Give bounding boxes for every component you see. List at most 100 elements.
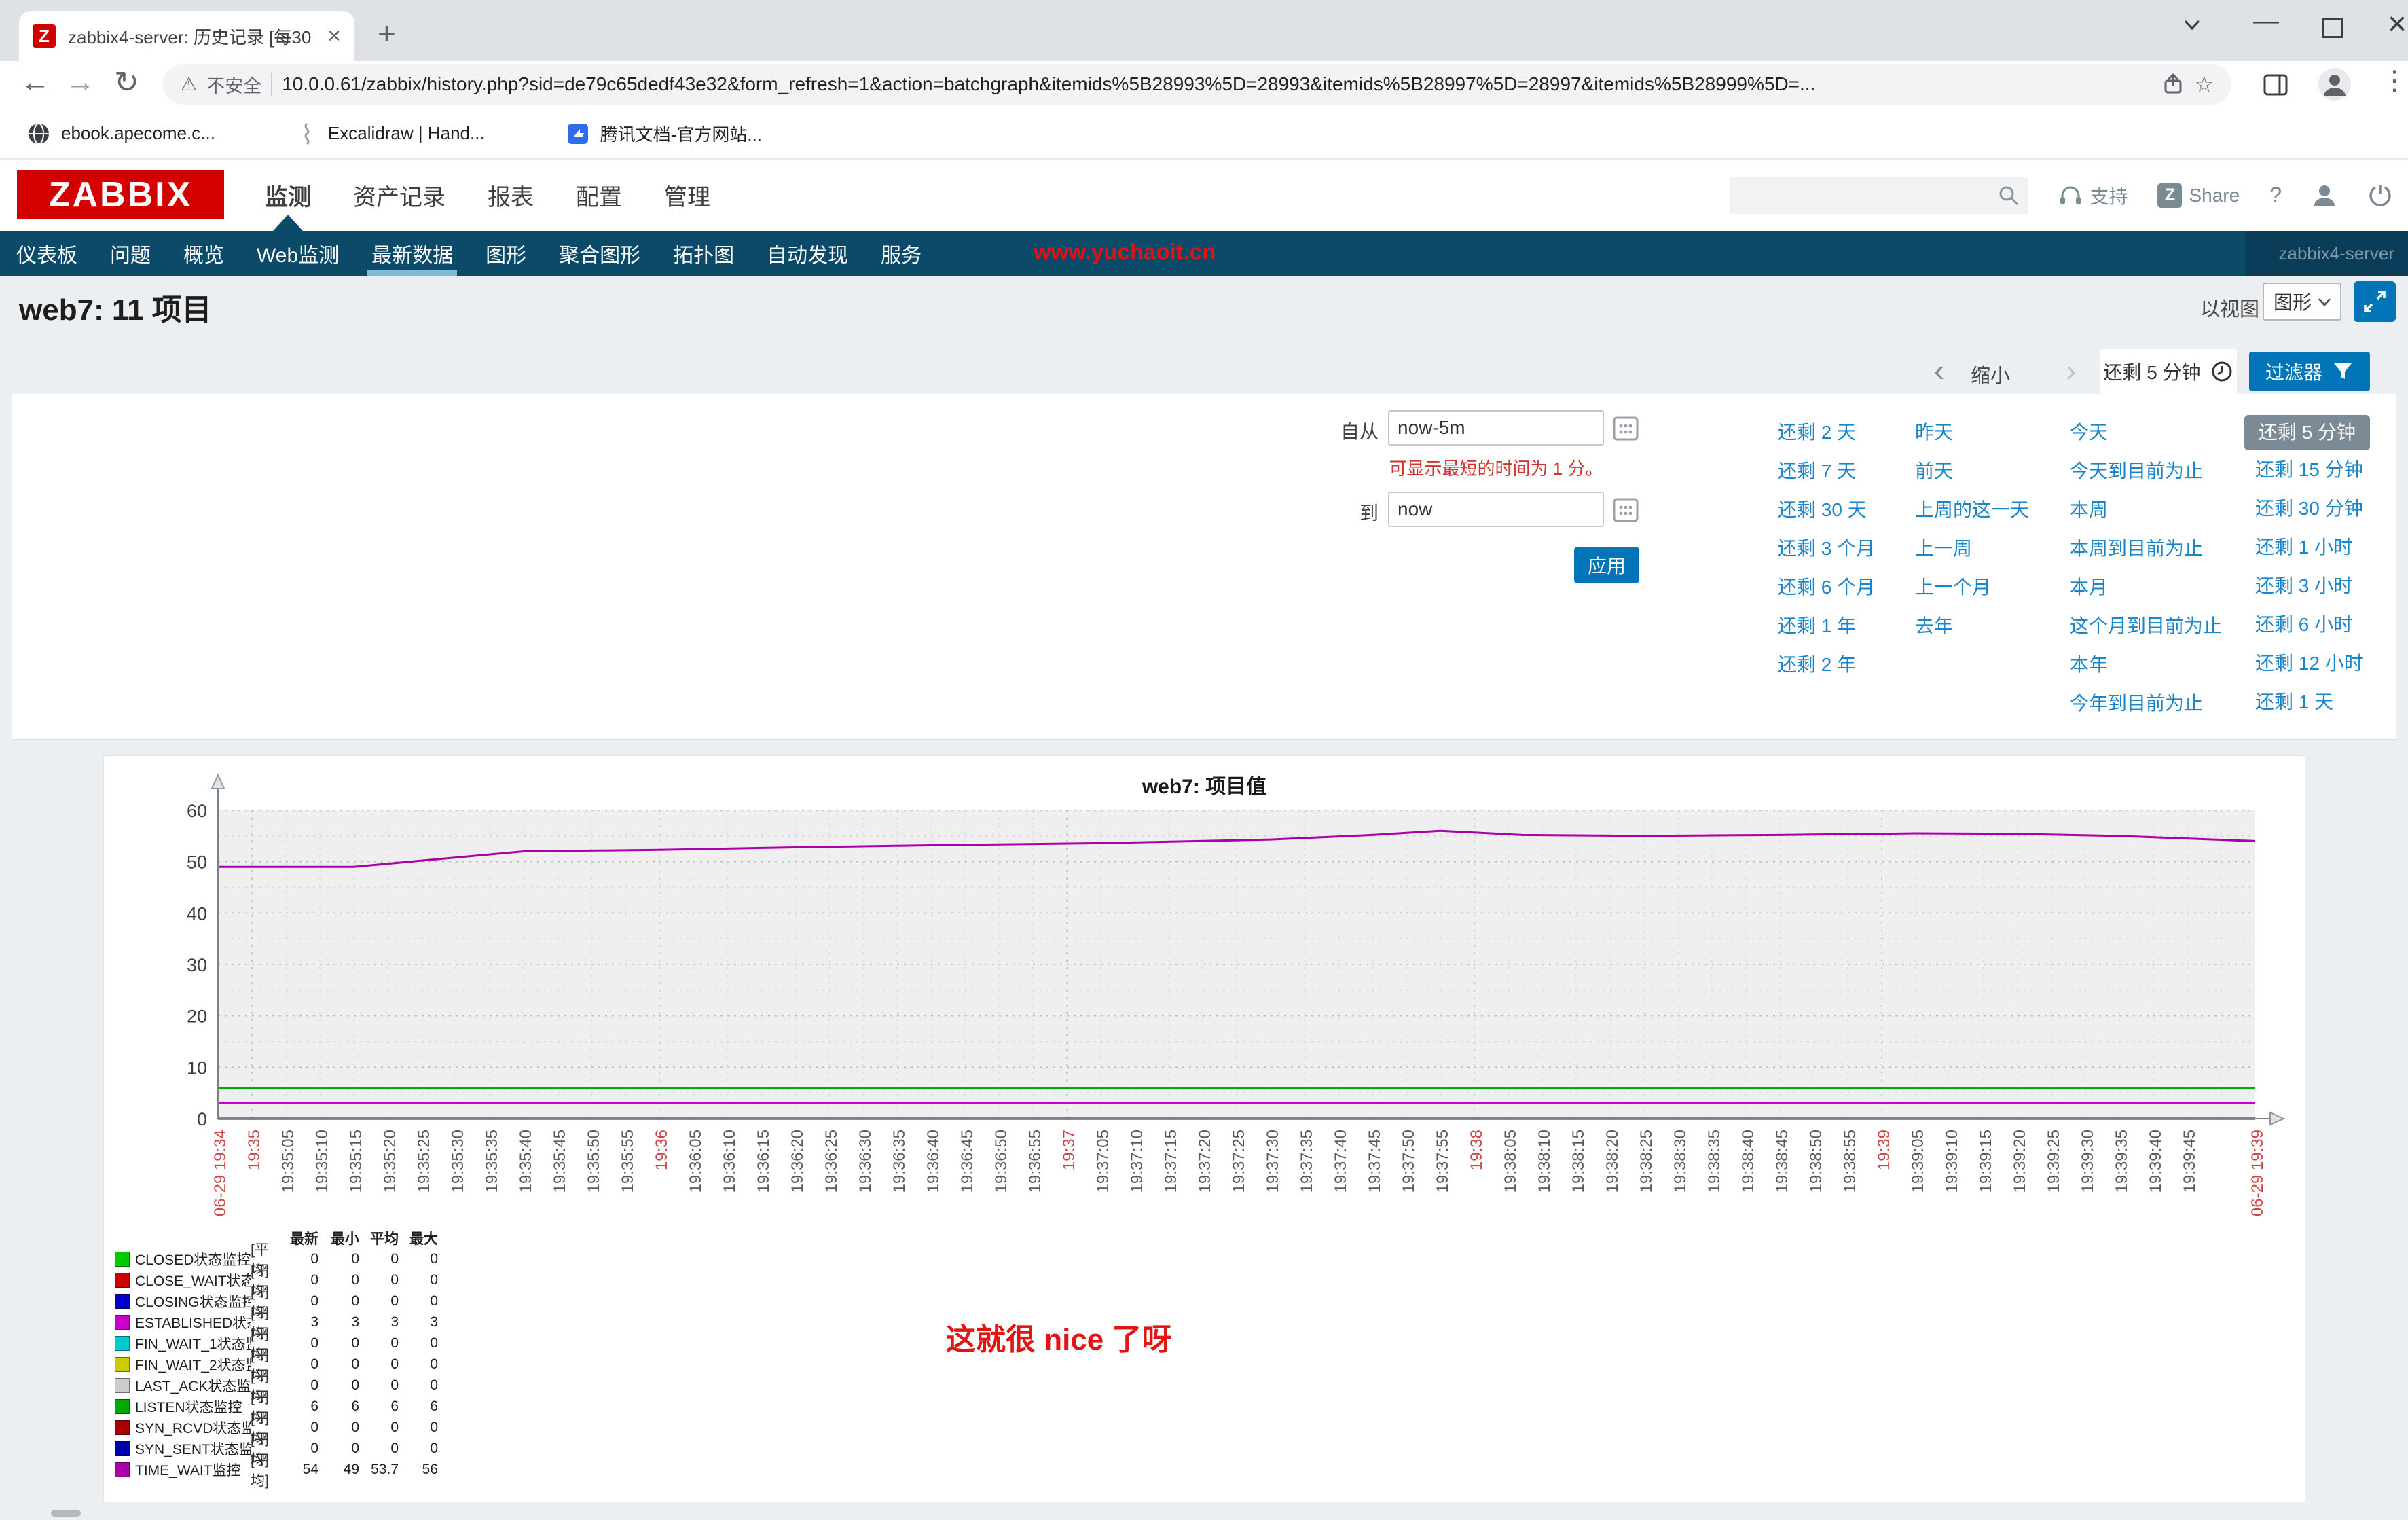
quick-range-上周的这一天[interactable]: 上周的这一天 bbox=[1915, 490, 2029, 529]
legend-series-name[interactable]: LISTEN状态监控 bbox=[135, 1396, 251, 1417]
browser-tab[interactable]: Z zabbix4-server: 历史记录 [每30 × bbox=[19, 11, 354, 61]
quick-range-这个月到目前为止[interactable]: 这个月到目前为止 bbox=[2070, 607, 2222, 645]
quick-range-还剩 2 年[interactable]: 还剩 2 年 bbox=[1778, 645, 1875, 684]
quick-range-去年[interactable]: 去年 bbox=[1915, 607, 2029, 645]
new-tab-button[interactable]: + bbox=[378, 15, 396, 52]
bookmark-item[interactable]: 腾讯文档-官方网站... bbox=[566, 121, 762, 146]
quick-range-本月[interactable]: 本月 bbox=[2070, 568, 2222, 607]
reload-button[interactable]: ↻ bbox=[114, 65, 139, 100]
subnav-item-图形[interactable]: 图形 bbox=[469, 231, 543, 276]
time-range-tab[interactable]: 还剩 5 分钟 bbox=[2100, 349, 2237, 394]
security-label[interactable]: 不安全 bbox=[206, 71, 261, 98]
subnav-item-Web监测[interactable]: Web监测 bbox=[240, 231, 355, 276]
zabbix-logo[interactable]: ZABBIX bbox=[17, 170, 224, 219]
menu-item-监测[interactable]: 监测 bbox=[265, 179, 311, 212]
legend-series-name[interactable]: FIN_WAIT_2状态监控 bbox=[135, 1354, 251, 1375]
search-icon[interactable] bbox=[1997, 184, 2020, 207]
legend-series-name[interactable]: CLOSING状态监控 bbox=[135, 1291, 251, 1311]
quick-range-本周到目前为止[interactable]: 本周到目前为止 bbox=[2070, 529, 2222, 568]
legend-series-name[interactable]: SYN_RCVD状态监控 bbox=[135, 1417, 251, 1438]
subnav-item-自动发现[interactable]: 自动发现 bbox=[750, 231, 864, 276]
quick-range-还剩 3 小时[interactable]: 还剩 3 小时 bbox=[2244, 566, 2370, 605]
from-label: 自从 bbox=[1297, 417, 1379, 444]
quick-range-昨天[interactable]: 昨天 bbox=[1915, 413, 2029, 452]
quick-range-上一个月[interactable]: 上一个月 bbox=[1915, 568, 2029, 607]
quick-range-本年[interactable]: 本年 bbox=[2070, 645, 2222, 684]
quick-range-还剩 12 小时[interactable]: 还剩 12 小时 bbox=[2244, 644, 2370, 683]
bookmark-item[interactable]: Excalidraw | Hand... bbox=[297, 122, 485, 145]
url-input[interactable] bbox=[282, 73, 2152, 95]
subnav-item-概览[interactable]: 概览 bbox=[167, 231, 240, 276]
share-icon[interactable] bbox=[2161, 73, 2185, 96]
svg-text:19:36:30: 19:36:30 bbox=[856, 1129, 875, 1193]
menu-item-管理[interactable]: 管理 bbox=[664, 179, 710, 212]
subnav-item-问题[interactable]: 问题 bbox=[94, 231, 167, 276]
from-calendar-icon[interactable] bbox=[1612, 414, 1639, 441]
svg-text:19:38:50: 19:38:50 bbox=[1807, 1129, 1825, 1193]
forward-button[interactable]: → bbox=[65, 65, 95, 99]
legend-series-name[interactable]: CLOSED状态监控 bbox=[135, 1249, 251, 1269]
apply-button[interactable]: 应用 bbox=[1574, 547, 1639, 583]
window-close-button[interactable]: × bbox=[2388, 5, 2407, 43]
quick-range-本周[interactable]: 本周 bbox=[2070, 490, 2222, 529]
menu-item-资产记录[interactable]: 资产记录 bbox=[353, 179, 445, 212]
url-bar[interactable]: ⚠ 不安全 ☆ bbox=[163, 64, 2231, 105]
quick-range-还剩 3 个月[interactable]: 还剩 3 个月 bbox=[1778, 529, 1875, 568]
legend-series-name[interactable]: SYN_SENT状态监控 bbox=[135, 1438, 251, 1459]
back-button[interactable]: ← bbox=[20, 65, 50, 99]
tab-close-icon[interactable]: × bbox=[327, 23, 341, 50]
legend-series-name[interactable]: CLOSE_WAIT状态监控 bbox=[135, 1270, 251, 1290]
search-input[interactable] bbox=[1730, 177, 2028, 214]
time-next-button[interactable]: › bbox=[2066, 352, 2076, 388]
quick-range-还剩 1 天[interactable]: 还剩 1 天 bbox=[2244, 683, 2370, 721]
to-input[interactable] bbox=[1388, 492, 1604, 527]
subnav-item-拓扑图[interactable]: 拓扑图 bbox=[657, 231, 750, 276]
quick-range-上一周[interactable]: 上一周 bbox=[1915, 529, 2029, 568]
browser-menu-kebab-icon[interactable]: ⋮ bbox=[2381, 65, 2408, 96]
browser-profile-avatar[interactable] bbox=[2317, 67, 2352, 102]
quick-range-还剩 6 小时[interactable]: 还剩 6 小时 bbox=[2244, 605, 2370, 644]
share-link[interactable]: Z Share bbox=[2157, 183, 2240, 208]
quick-range-还剩 6 个月[interactable]: 还剩 6 个月 bbox=[1778, 568, 1875, 607]
quick-range-今年到目前为止[interactable]: 今年到目前为止 bbox=[2070, 684, 2222, 723]
quick-range-还剩 5 分钟[interactable]: 还剩 5 分钟 bbox=[2244, 415, 2370, 450]
bookmark-star-icon[interactable]: ☆ bbox=[2194, 71, 2214, 97]
profile-button[interactable] bbox=[2312, 183, 2337, 209]
horizontal-scrollbar[interactable] bbox=[51, 1510, 81, 1517]
logout-power-button[interactable] bbox=[2367, 183, 2393, 209]
support-link[interactable]: 支持 bbox=[2058, 182, 2128, 209]
zoom-out-button[interactable]: 缩小 bbox=[1971, 360, 2010, 388]
quick-range-还剩 30 分钟[interactable]: 还剩 30 分钟 bbox=[2244, 489, 2370, 528]
view-as-select[interactable]: 图形 bbox=[2263, 283, 2341, 321]
window-maximize-button[interactable] bbox=[2322, 18, 2343, 38]
quick-range-还剩 1 年[interactable]: 还剩 1 年 bbox=[1778, 607, 1875, 645]
to-calendar-icon[interactable] bbox=[1612, 496, 1639, 523]
fullscreen-button[interactable] bbox=[2354, 281, 2396, 322]
quick-range-还剩 1 小时[interactable]: 还剩 1 小时 bbox=[2244, 528, 2370, 566]
subnav-item-最新数据[interactable]: 最新数据 bbox=[355, 231, 469, 276]
quick-range-今天[interactable]: 今天 bbox=[2070, 413, 2222, 452]
legend-series-name[interactable]: TIME_WAIT监控 bbox=[135, 1460, 251, 1480]
tab-search-chevron-icon[interactable] bbox=[2180, 12, 2204, 37]
legend-series-name[interactable]: ESTABLISHED状态 bbox=[135, 1312, 251, 1333]
window-minimize-button[interactable]: — bbox=[2253, 7, 2279, 36]
subnav-item-聚合图形[interactable]: 聚合图形 bbox=[543, 231, 657, 276]
quick-range-还剩 2 天[interactable]: 还剩 2 天 bbox=[1778, 413, 1875, 452]
legend-series-name[interactable]: FIN_WAIT_1状态监控 bbox=[135, 1333, 251, 1354]
subnav-item-仪表板[interactable]: 仪表板 bbox=[0, 231, 94, 276]
quick-range-还剩 15 分钟[interactable]: 还剩 15 分钟 bbox=[2244, 450, 2370, 489]
from-input[interactable] bbox=[1388, 410, 1604, 446]
help-button[interactable]: ? bbox=[2269, 183, 2282, 208]
bookmark-item[interactable]: ebook.apecome.c... bbox=[27, 122, 215, 145]
quick-range-今天到目前为止[interactable]: 今天到目前为止 bbox=[2070, 452, 2222, 490]
subnav-item-服务[interactable]: 服务 bbox=[864, 231, 938, 276]
menu-item-配置[interactable]: 配置 bbox=[576, 179, 622, 212]
filter-button[interactable]: 过滤器 bbox=[2249, 352, 2370, 391]
legend-series-name[interactable]: LAST_ACK状态监控 bbox=[135, 1375, 251, 1396]
time-prev-button[interactable]: ‹ bbox=[1934, 352, 1944, 388]
quick-range-还剩 30 天[interactable]: 还剩 30 天 bbox=[1778, 490, 1875, 529]
quick-range-前天[interactable]: 前天 bbox=[1915, 452, 2029, 490]
quick-range-还剩 7 天[interactable]: 还剩 7 天 bbox=[1778, 452, 1875, 490]
menu-item-报表[interactable]: 报表 bbox=[488, 179, 534, 212]
side-panel-icon[interactable] bbox=[2261, 71, 2290, 99]
